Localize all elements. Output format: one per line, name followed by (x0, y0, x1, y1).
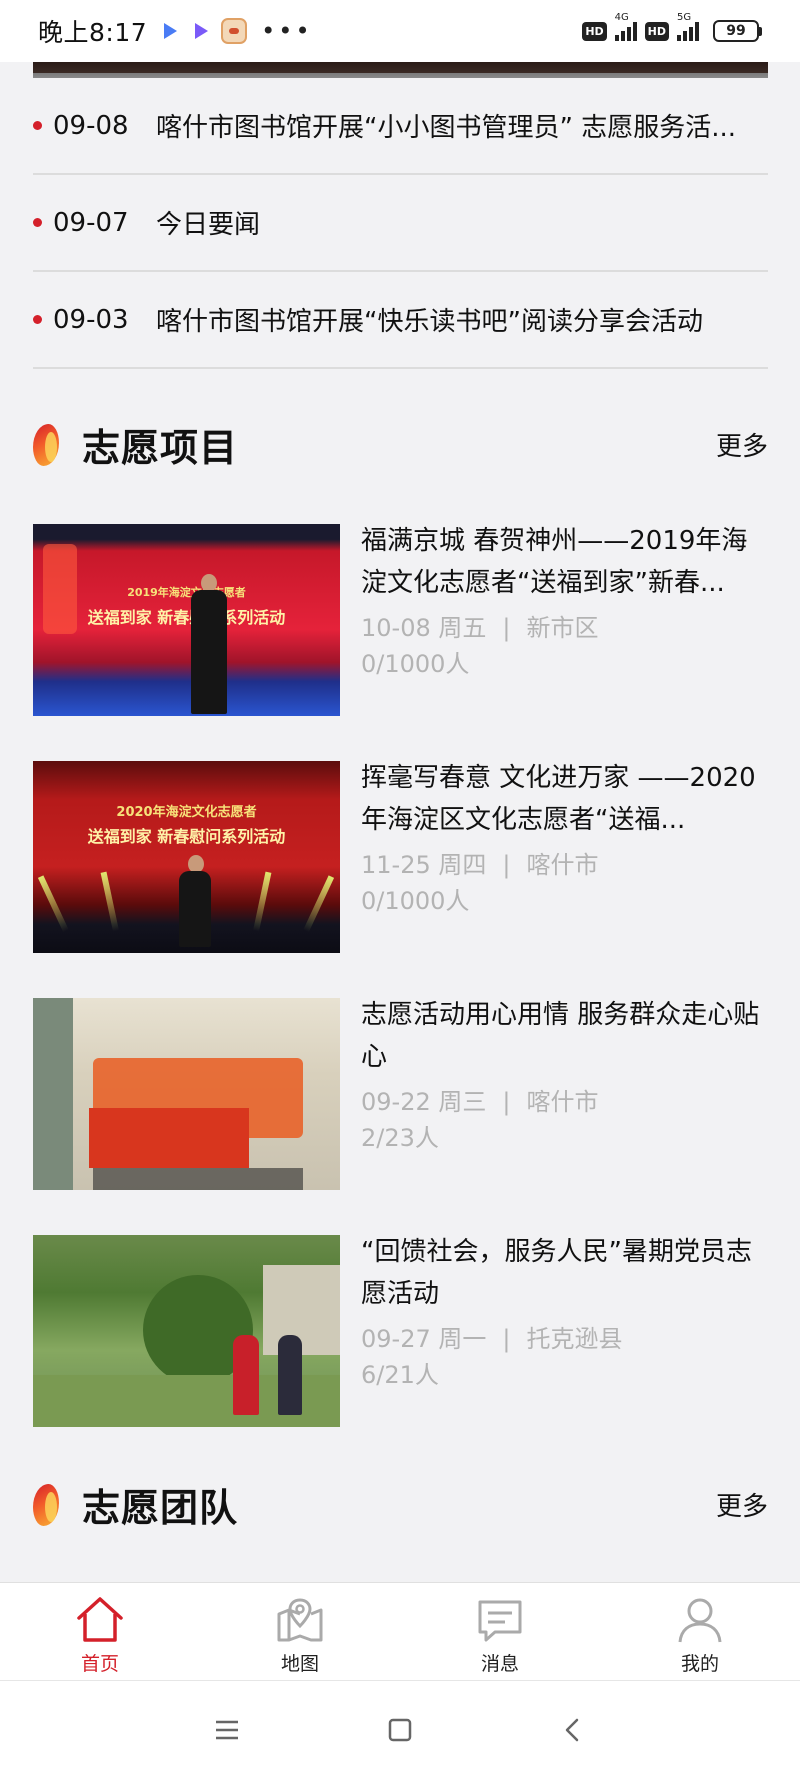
tab-profile[interactable]: 我的 (600, 1583, 800, 1680)
news-item[interactable]: 09-08 喀什市图书馆开展“小小图书管理员” 志愿服务活... (33, 78, 768, 175)
flame-icon (33, 1482, 61, 1526)
news-list: 09-08 喀什市图书馆开展“小小图书管理员” 志愿服务活... 09-07 今… (33, 78, 768, 369)
menu-icon[interactable] (207, 1710, 247, 1750)
more-notifications-icon: ••• (261, 17, 313, 45)
video-app-icon-2 (190, 20, 212, 42)
project-place: 喀什市 (526, 851, 599, 879)
project-thumbnail: 2020年海淀文化志愿者 送福到家 新春慰问系列活动 (33, 761, 340, 953)
news-title: 喀什市图书馆开展“快乐读书吧”阅读分享会活动 (156, 307, 703, 337)
signal-icon: 4G (614, 12, 637, 41)
video-app-icon (159, 20, 181, 42)
teams-section-header: 志愿团队 更多 (33, 1474, 768, 1534)
news-title: 喀什市图书馆开展“小小图书管理员” 志愿服务活... (156, 113, 736, 143)
news-title: 今日要闻 (156, 210, 261, 240)
map-icon (274, 1595, 326, 1645)
project-info: “回馈社会，服务人民”暑期党员志愿活动 09-27 周一 | 托克逊县 6/21人 (361, 1235, 768, 1427)
news-date: 09-08 (53, 110, 129, 141)
bottom-tab-bar: 首页 地图 消息 我的 (0, 1582, 800, 1680)
home-square-icon[interactable] (380, 1710, 420, 1750)
project-participants: 2/23人 (361, 1124, 439, 1152)
project-card[interactable]: 志愿活动用心用情 服务群众走心贴心 09-22 周三 | 喀什市 2/23人 (33, 998, 768, 1190)
project-info: 志愿活动用心用情 服务群众走心贴心 09-22 周三 | 喀什市 2/23人 (361, 998, 768, 1190)
project-meta: 11-25 周四 | 喀什市 (361, 851, 599, 879)
status-time: 晚上8:17 (38, 18, 148, 47)
status-app-icons (159, 18, 248, 44)
project-participants: 0/1000人 (361, 650, 470, 678)
tab-home[interactable]: 首页 (0, 1583, 200, 1680)
project-card[interactable]: 2020年海淀文化志愿者 送福到家 新春慰问系列活动 挥毫写春意 文化进万家 —… (33, 761, 768, 953)
projects-section-header: 志愿项目 更多 (33, 414, 768, 474)
message-icon (474, 1595, 526, 1645)
news-date: 09-03 (53, 304, 129, 335)
teams-more-link[interactable]: 更多 (716, 1486, 768, 1523)
tab-messages[interactable]: 消息 (400, 1583, 600, 1680)
status-indicators: HD 4G HD 5G 99 (582, 12, 762, 42)
project-title: “回馈社会，服务人民”暑期党员志愿活动 (361, 1237, 752, 1309)
tab-map[interactable]: 地图 (200, 1583, 400, 1680)
signal-icon-2: 5G (677, 12, 699, 41)
news-date: 09-07 (53, 207, 129, 238)
project-title: 福满京城 春贺神州——2019年海淀文化志愿者“送福到家”新春... (361, 526, 748, 598)
tab-label: 首页 (80, 1653, 119, 1675)
project-card[interactable]: 2019年海淀文化志愿者 送福到家 新春慰问系列活动 福满京城 春贺神州——20… (33, 524, 768, 716)
status-bar: 晚上8:17 ••• HD 4G HD 5G 99 (0, 0, 800, 62)
tab-label: 消息 (480, 1653, 519, 1675)
project-thumbnail (33, 1235, 340, 1427)
tab-label: 地图 (280, 1653, 319, 1675)
project-date: 10-08 周五 (361, 614, 487, 642)
bullet-icon (33, 218, 42, 227)
banner-image-edge (33, 62, 768, 78)
section-title: 志愿团队 (82, 1485, 239, 1530)
system-nav-bar (0, 1680, 800, 1778)
bullet-icon (33, 121, 42, 130)
hd-badge: HD (582, 21, 607, 41)
project-meta: 09-22 周三 | 喀什市 (361, 1088, 599, 1116)
project-place: 新市区 (526, 614, 599, 642)
project-info: 挥毫写春意 文化进万家 ——2020年海淀区文化志愿者“送福... 11-25 … (361, 761, 768, 953)
project-card[interactable]: “回馈社会，服务人民”暑期党员志愿活动 09-27 周一 | 托克逊县 6/21人 (33, 1235, 768, 1427)
project-place: 托克逊县 (526, 1325, 623, 1353)
project-date: 09-22 周三 (361, 1088, 487, 1116)
tab-label: 我的 (680, 1653, 719, 1675)
home-icon (74, 1595, 126, 1645)
project-title: 挥毫写春意 文化进万家 ——2020年海淀区文化志愿者“送福... (361, 763, 756, 835)
back-icon[interactable] (553, 1710, 593, 1750)
project-title: 志愿活动用心用情 服务群众走心贴心 (361, 1000, 760, 1072)
profile-icon (674, 1595, 726, 1645)
project-date: 11-25 周四 (361, 851, 487, 879)
flame-icon (33, 422, 61, 466)
project-participants: 0/1000人 (361, 887, 470, 915)
section-title: 志愿项目 (82, 425, 239, 470)
news-item[interactable]: 09-07 今日要闻 (33, 175, 768, 272)
project-thumbnail: 2019年海淀文化志愿者 送福到家 新春慰问系列活动 (33, 524, 340, 716)
project-meta: 09-27 周一 | 托克逊县 (361, 1325, 623, 1353)
battery-icon: 99 (713, 20, 762, 42)
project-meta: 10-08 周五 | 新市区 (361, 614, 599, 642)
bullet-icon (33, 315, 42, 324)
project-participants: 6/21人 (361, 1361, 439, 1389)
project-info: 福满京城 春贺神州——2019年海淀文化志愿者“送福到家”新春... 10-08… (361, 524, 768, 716)
project-date: 09-27 周一 (361, 1325, 487, 1353)
project-thumbnail (33, 998, 340, 1190)
project-place: 喀什市 (526, 1088, 599, 1116)
news-item[interactable]: 09-03 喀什市图书馆开展“快乐读书吧”阅读分享会活动 (33, 272, 768, 369)
hd-badge-2: HD (644, 21, 669, 41)
projects-more-link[interactable]: 更多 (716, 426, 768, 463)
mascot-app-icon (221, 18, 248, 44)
